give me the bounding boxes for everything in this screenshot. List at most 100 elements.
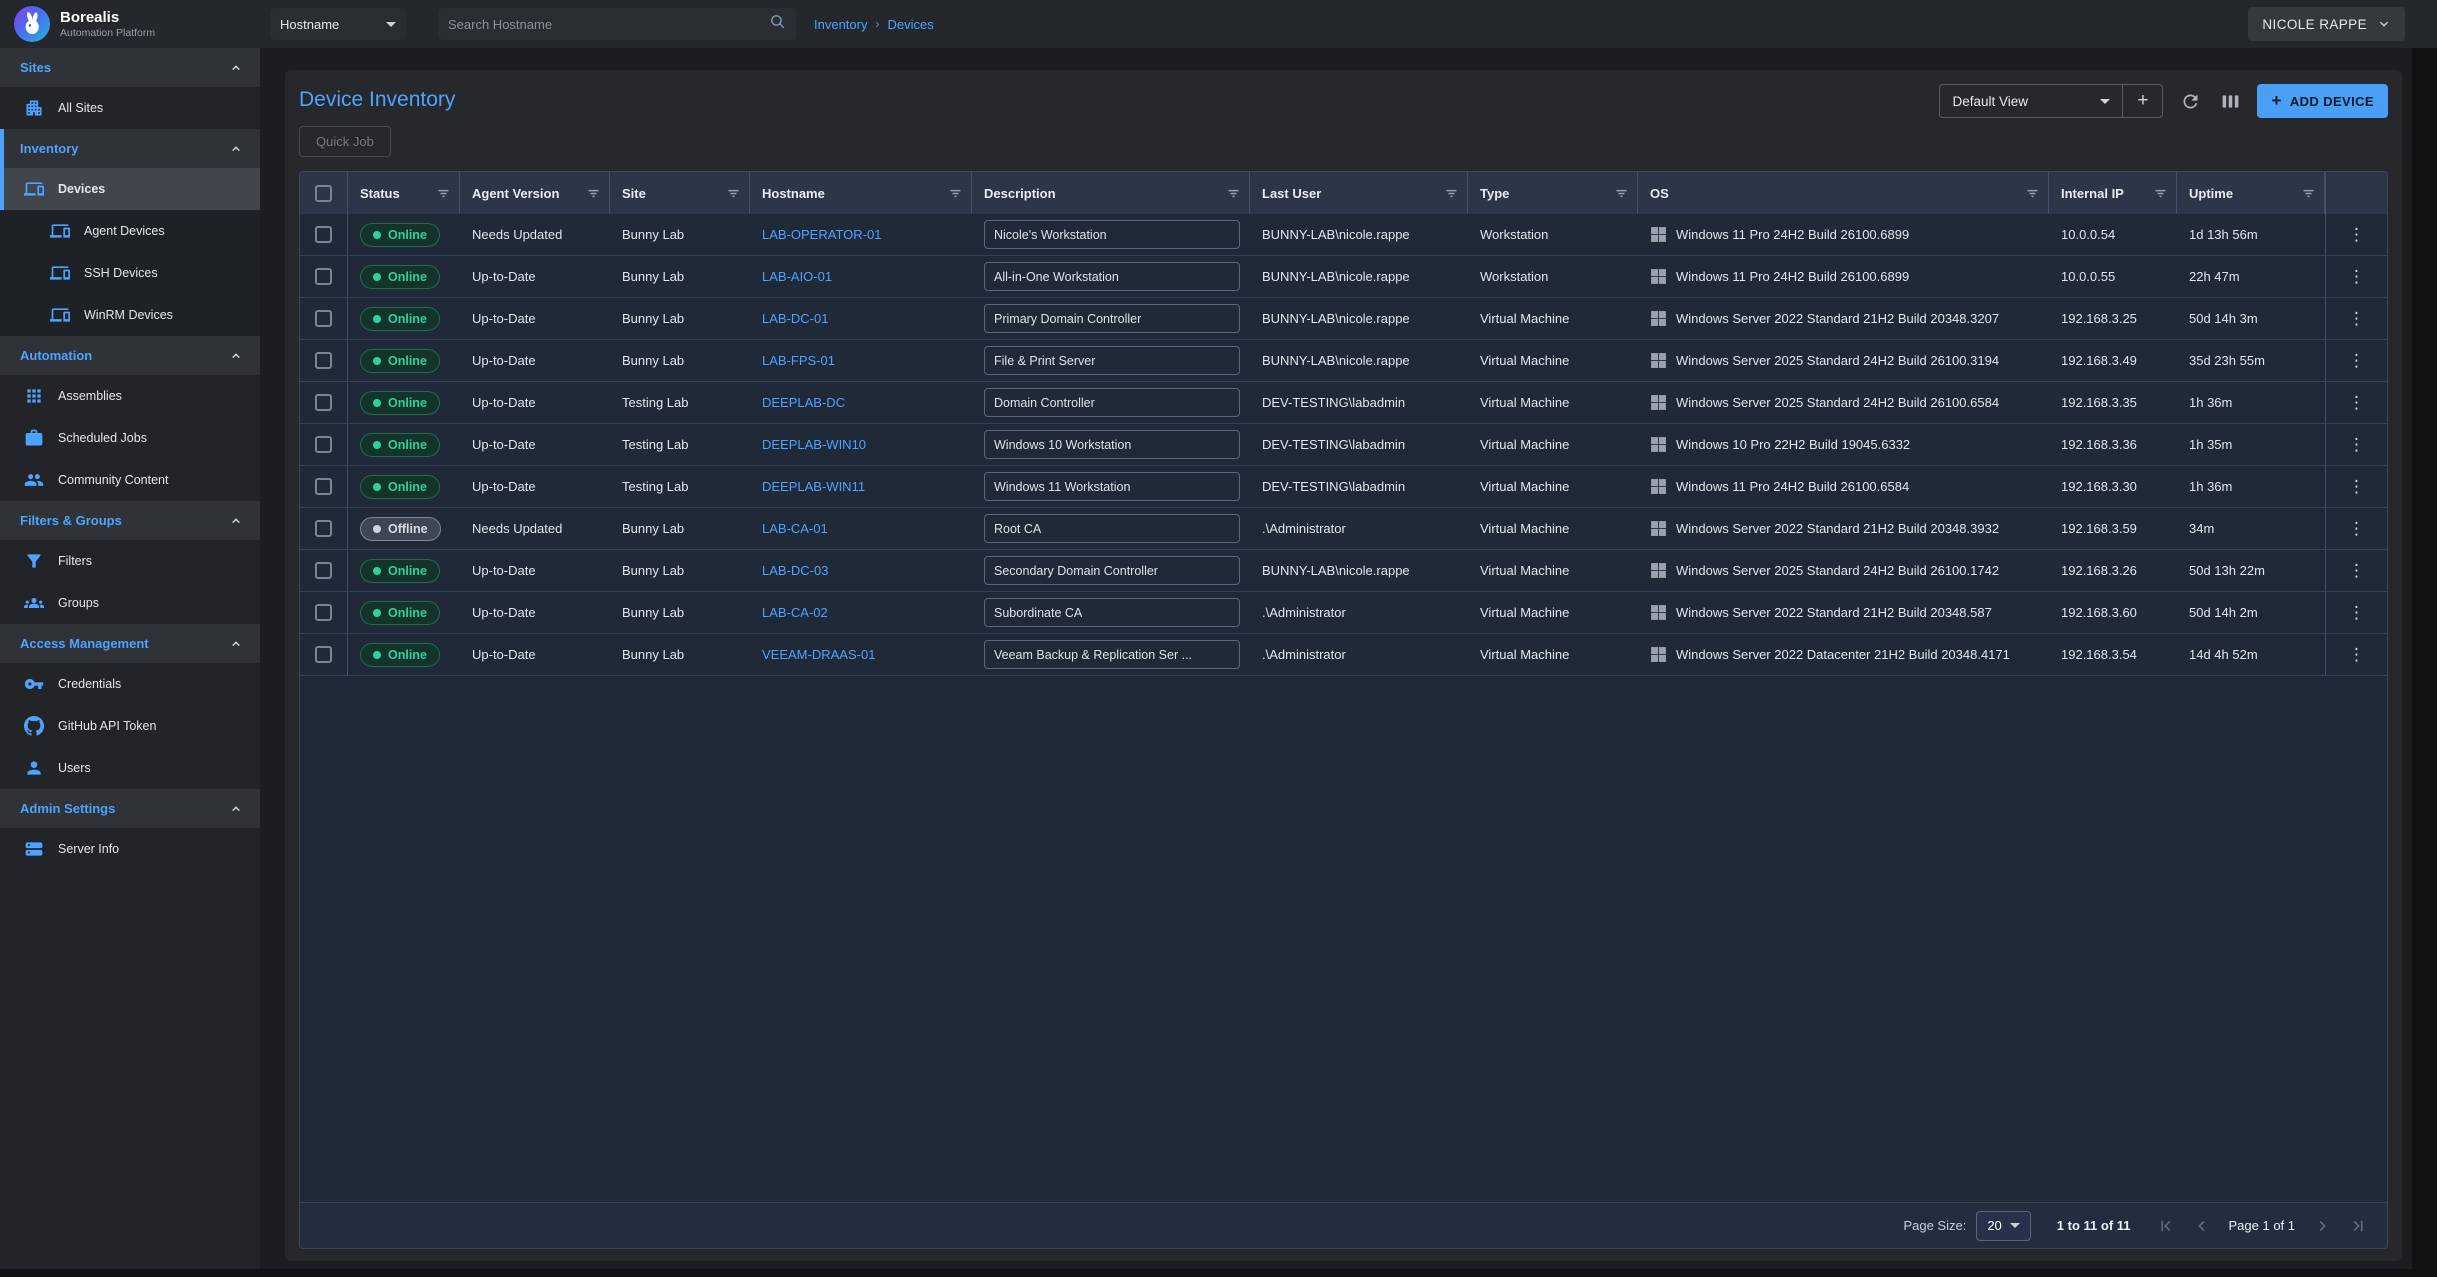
filter-icon[interactable] [586,186,601,201]
sidebar-item-credentials[interactable]: Credentials [0,663,260,705]
column-header-agent-version[interactable]: Agent Version [460,172,610,214]
column-header-last-user[interactable]: Last User [1250,172,1468,214]
row-checkbox[interactable] [315,436,332,453]
description-input[interactable]: Root CA [984,514,1240,543]
breadcrumb-inventory[interactable]: Inventory [814,17,867,32]
view-selector[interactable]: Default View [1940,94,2122,109]
row-checkbox[interactable] [315,562,332,579]
column-header-os[interactable]: OS [1638,172,2049,214]
description-input[interactable]: Windows 10 Workstation [984,430,1240,459]
row-checkbox[interactable] [315,478,332,495]
sidebar-item-filters[interactable]: Filters [0,540,260,582]
filter-icon[interactable] [2301,186,2316,201]
description-input[interactable]: Subordinate CA [984,598,1240,627]
row-actions-kebab-icon[interactable]: ⋮ [2348,394,2365,411]
sidebar-item-winrm-devices[interactable]: WinRM Devices [0,294,260,336]
filter-icon[interactable] [1444,186,1459,201]
breadcrumb-devices[interactable]: Devices [887,17,933,32]
hostname-link[interactable]: DEEPLAB-WIN11 [762,479,865,494]
column-header-description[interactable]: Description [972,172,1250,214]
filter-icon[interactable] [726,186,741,201]
sidebar-item-ssh-devices[interactable]: SSH Devices [0,252,260,294]
filter-icon[interactable] [2025,186,2040,201]
row-checkbox[interactable] [315,394,332,411]
row-actions-kebab-icon[interactable]: ⋮ [2348,352,2365,369]
row-actions-kebab-icon[interactable]: ⋮ [2348,226,2365,243]
hostname-link[interactable]: LAB-OPERATOR-01 [762,227,881,242]
row-checkbox[interactable] [315,604,332,621]
hostname-link[interactable]: VEEAM-DRAAS-01 [762,647,875,662]
sidebar-item-agent-devices[interactable]: Agent Devices [0,210,260,252]
row-checkbox[interactable] [315,226,332,243]
column-header-hostname[interactable]: Hostname [750,172,972,214]
search-input[interactable] [448,17,769,32]
sidebar-section-inventory[interactable]: Inventory [0,129,260,168]
sidebar-item-community-content[interactable]: Community Content [0,459,260,501]
description-input[interactable]: All-in-One Workstation [984,262,1240,291]
column-header-status[interactable]: Status [348,172,460,214]
row-actions-kebab-icon[interactable]: ⋮ [2348,310,2365,327]
row-actions-kebab-icon[interactable]: ⋮ [2348,604,2365,621]
row-actions-kebab-icon[interactable]: ⋮ [2348,268,2365,285]
page-size-select[interactable]: 20 [1976,1211,2030,1241]
sidebar-item-github-api-token[interactable]: GitHub API Token [0,705,260,747]
sidebar-section-filters-groups[interactable]: Filters & Groups [0,501,260,540]
description-input[interactable]: Windows 11 Workstation [984,472,1240,501]
search-field-selector[interactable]: Hostname [270,8,406,40]
hostname-link[interactable]: LAB-CA-02 [762,605,828,620]
hostname-link[interactable]: DEEPLAB-WIN10 [762,437,866,452]
sidebar-section-automation[interactable]: Automation [0,336,260,375]
description-input[interactable]: File & Print Server [984,346,1240,375]
column-header-uptime[interactable]: Uptime [2177,172,2325,214]
sidebar-section-admin-settings[interactable]: Admin Settings [0,789,260,828]
row-actions-kebab-icon[interactable]: ⋮ [2348,646,2365,663]
sidebar-section-sites[interactable]: Sites [0,48,260,87]
hostname-link[interactable]: DEEPLAB-DC [762,395,845,410]
filter-icon[interactable] [2153,186,2168,201]
row-checkbox[interactable] [315,268,332,285]
description-input[interactable]: Secondary Domain Controller [984,556,1240,585]
description-input[interactable]: Primary Domain Controller [984,304,1240,333]
row-checkbox[interactable] [315,646,332,663]
sidebar-item-groups[interactable]: Groups [0,582,260,624]
sidebar-item-assemblies[interactable]: Assemblies [0,375,260,417]
row-actions-kebab-icon[interactable]: ⋮ [2348,436,2365,453]
column-header-site[interactable]: Site [610,172,750,214]
description-input[interactable]: Nicole's Workstation [984,220,1240,249]
hostname-link[interactable]: LAB-DC-01 [762,311,828,326]
filter-icon[interactable] [1226,186,1241,201]
sidebar-item-server-info[interactable]: Server Info [0,828,260,870]
row-actions-kebab-icon[interactable]: ⋮ [2348,520,2365,537]
hostname-link[interactable]: LAB-FPS-01 [762,353,835,368]
refresh-button[interactable] [2177,88,2203,114]
hostname-link[interactable]: LAB-AIO-01 [762,269,832,284]
quick-job-button[interactable]: Quick Job [299,126,391,157]
row-actions-kebab-icon[interactable]: ⋮ [2348,478,2365,495]
last-page-button[interactable] [2349,1217,2367,1235]
filter-icon[interactable] [1614,186,1629,201]
description-input[interactable]: Veeam Backup & Replication Ser ... [984,640,1240,669]
sidebar-section-access-management[interactable]: Access Management [0,624,260,663]
description-input[interactable]: Domain Controller [984,388,1240,417]
first-page-button[interactable] [2157,1217,2175,1235]
row-actions-kebab-icon[interactable]: ⋮ [2348,562,2365,579]
columns-button[interactable] [2217,88,2243,114]
filter-icon[interactable] [948,186,963,201]
sidebar-item-all-sites[interactable]: All Sites [0,87,260,129]
select-all-checkbox[interactable] [315,185,332,202]
hostname-link[interactable]: LAB-DC-03 [762,563,828,578]
column-header-internal-ip[interactable]: Internal IP [2049,172,2177,214]
sidebar-item-devices[interactable]: Devices [0,168,260,210]
user-menu-button[interactable]: NICOLE RAPPE [2248,7,2405,41]
add-view-button[interactable]: + [2122,85,2162,117]
hostname-link[interactable]: LAB-CA-01 [762,521,828,536]
prev-page-button[interactable] [2193,1217,2211,1235]
add-device-button[interactable]: + ADD DEVICE [2257,84,2388,118]
row-checkbox[interactable] [315,352,332,369]
sidebar-item-scheduled-jobs[interactable]: Scheduled Jobs [0,417,260,459]
next-page-button[interactable] [2313,1217,2331,1235]
sidebar-item-users[interactable]: Users [0,747,260,789]
row-checkbox[interactable] [315,520,332,537]
filter-icon[interactable] [436,186,451,201]
column-header-type[interactable]: Type [1468,172,1638,214]
